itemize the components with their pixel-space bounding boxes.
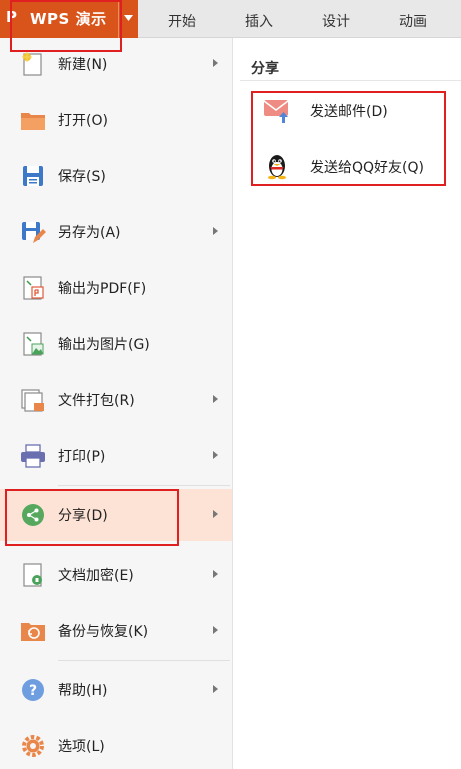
menu-item-options[interactable]: 选项(L) (0, 720, 232, 769)
menu-item-label: 分享(D) (58, 508, 108, 524)
share-item-label: 发送给QQ好友(Q) (310, 160, 424, 176)
folder-open-icon (21, 113, 45, 130)
submenu-arrow-icon (213, 451, 218, 459)
menu-divider (58, 660, 230, 661)
tab-animation[interactable]: 动画 (399, 11, 427, 31)
file-menu: 新建(N) 打开(O) 保存(S) 另存为(A) 输出为PDF(F) 输出为图片… (0, 38, 233, 769)
menu-item-help[interactable]: ? 帮助(H) (0, 664, 232, 716)
encrypt-icon (23, 563, 42, 587)
menu-item-open[interactable]: 打开(O) (0, 94, 232, 146)
menu-item-print[interactable]: 打印(P) (0, 430, 232, 482)
menu-item-encrypt[interactable]: 文档加密(E) (0, 549, 232, 601)
tab-design[interactable]: 设计 (322, 11, 350, 31)
menu-item-label: 保存(S) (58, 169, 106, 185)
image-export-icon (23, 332, 44, 356)
qq-penguin-icon (268, 155, 286, 180)
menu-item-export-image[interactable]: 输出为图片(G) (0, 318, 232, 370)
chevron-down-icon (124, 15, 133, 21)
tab-home[interactable]: 开始 (168, 11, 196, 31)
menu-divider (58, 485, 230, 486)
submenu-arrow-icon (213, 626, 218, 634)
menu-item-share[interactable]: 分享(D) (0, 489, 232, 541)
menu-item-label: 选项(L) (58, 739, 105, 755)
pdf-export-icon (23, 276, 44, 300)
share-item-label: 发送邮件(D) (310, 104, 388, 120)
submenu-arrow-icon (213, 395, 218, 403)
help-icon: ? (22, 679, 44, 701)
mail-icon (263, 100, 289, 123)
menu-item-save-as[interactable]: 另存为(A) (0, 206, 232, 258)
menu-item-label: 输出为图片(G) (58, 337, 150, 353)
backup-icon (21, 623, 45, 641)
submenu-arrow-icon (213, 510, 218, 518)
submenu-arrow-icon (213, 685, 218, 693)
menu-item-save[interactable]: 保存(S) (0, 150, 232, 202)
printer-icon (21, 444, 45, 468)
share-item-qq[interactable]: 发送给QQ好友(Q) (262, 148, 452, 184)
menu-item-label: 文档加密(E) (58, 568, 134, 584)
share-panel: 分享 发送邮件(D) 发送给QQ好友(Q) (234, 38, 461, 769)
share-icon (22, 504, 44, 526)
app-title: WPS 演示 (30, 10, 107, 28)
menu-item-label: 打开(O) (58, 113, 108, 129)
menu-item-label: 另存为(A) (58, 225, 121, 241)
submenu-arrow-icon (213, 227, 218, 235)
submenu-arrow-icon (213, 59, 218, 67)
share-item-email[interactable]: 发送邮件(D) (262, 92, 452, 128)
ribbon-bar: P WPS 演示 开始 插入 设计 动画 (0, 0, 461, 38)
tab-insert[interactable]: 插入 (245, 11, 273, 31)
panel-divider (240, 80, 461, 81)
save-icon (23, 166, 43, 186)
gear-icon (22, 735, 44, 757)
save-as-icon (22, 222, 46, 243)
app-logo-icon: P (6, 8, 17, 26)
menu-item-label: 帮助(H) (58, 683, 108, 699)
menu-item-label: 文件打包(R) (58, 393, 135, 409)
menu-item-backup[interactable]: 备份与恢复(K) (0, 605, 232, 657)
panel-title: 分享 (251, 61, 279, 77)
submenu-arrow-icon (213, 570, 218, 578)
menu-item-new[interactable]: 新建(N) (0, 38, 232, 90)
package-icon (21, 389, 44, 412)
menu-item-package[interactable]: 文件打包(R) (0, 374, 232, 426)
menu-item-label: 打印(P) (58, 449, 106, 465)
menu-item-label: 输出为PDF(F) (58, 281, 147, 297)
menu-item-label: 备份与恢复(K) (58, 624, 149, 640)
app-menu-button[interactable]: P WPS 演示 (0, 0, 138, 38)
menu-item-export-pdf[interactable]: 输出为PDF(F) (0, 262, 232, 314)
menu-item-label: 新建(N) (58, 57, 108, 73)
app-menu-dropdown[interactable] (118, 0, 138, 38)
svg-text:?: ? (29, 683, 37, 699)
new-file-icon (22, 52, 42, 76)
